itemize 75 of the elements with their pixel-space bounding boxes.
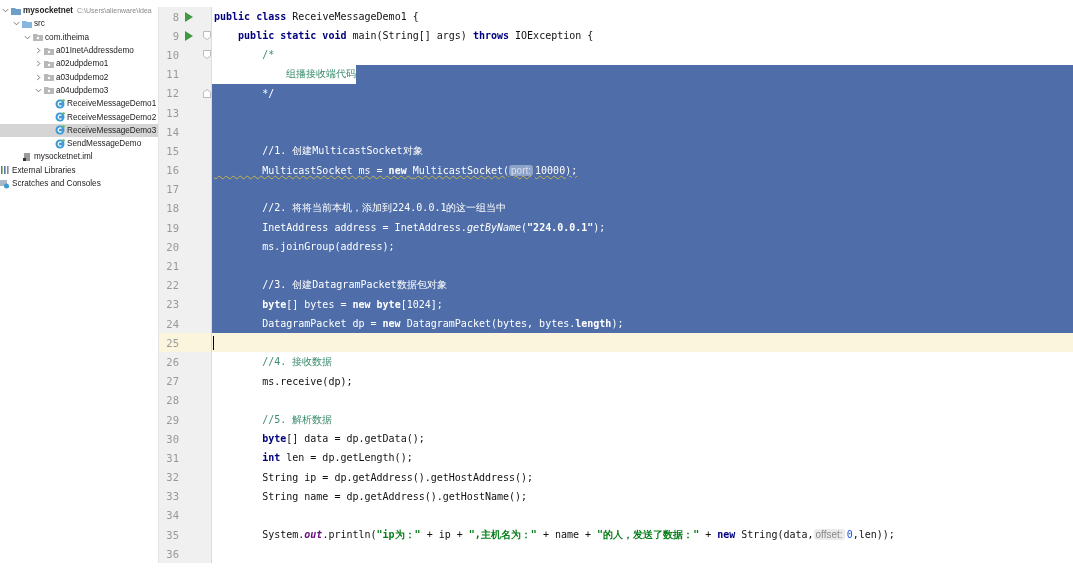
code-line: int len = dp.getLength();: [261, 451, 414, 466]
line-number: 8: [158, 7, 212, 27]
line-number: 24: [158, 314, 212, 334]
code-line: ms.receive(dp);: [261, 374, 354, 389]
line-number: 18: [158, 198, 212, 219]
run-icon[interactable]: [185, 30, 193, 41]
fold-icon[interactable]: [203, 50, 211, 60]
line-number: 35: [158, 525, 212, 545]
class-icon: [55, 125, 65, 136]
code-line: //5. 解析数据: [261, 412, 334, 427]
code-line: String name = dp.getAddress().getHostName();: [261, 489, 529, 504]
line-number: 20: [158, 237, 212, 257]
code-line: //4. 接收数据: [261, 354, 334, 369]
tree-item[interactable]: a04udpdemo3: [0, 83, 158, 98]
file-icon: [22, 151, 32, 162]
class-icon: [55, 98, 65, 109]
package-icon: [44, 58, 54, 69]
code-line: System.out.println("ip为：" + ip + ",主机名为：" + name + "的人，发送了数据：" + new String(data, offset: 0,len));: [261, 527, 896, 543]
fold-icon[interactable]: [203, 31, 211, 41]
tree-item[interactable]: ReceiveMessageDemo3: [0, 123, 158, 137]
line-number: 36: [158, 544, 212, 564]
line-number: 19: [158, 218, 212, 238]
class-icon: [55, 138, 65, 149]
line-number: 23: [158, 294, 212, 314]
tree-item[interactable]: src: [0, 17, 158, 31]
tree-item[interactable]: a01InetAddressdemo: [0, 43, 158, 58]
line-number: 11: [158, 64, 212, 84]
text-cursor: [213, 335, 214, 350]
package-icon: [44, 45, 54, 56]
tree-item[interactable]: ReceiveMessageDemo2: [0, 110, 158, 124]
line-number: 12: [158, 83, 212, 103]
line-number: 9: [158, 26, 212, 46]
code-line: public class ReceiveMessageDemo1 {: [213, 10, 420, 25]
code-line: public static void main(String[] args) throws IOException {: [237, 29, 595, 44]
tree-item[interactable]: mysocketnet.iml: [0, 150, 158, 164]
library-icon: [0, 165, 10, 176]
fold-icon[interactable]: [203, 88, 211, 98]
package-icon: [33, 32, 43, 43]
line-number: 21: [158, 256, 212, 276]
folder-icon: [11, 5, 21, 16]
line-number: 30: [158, 429, 212, 449]
package-icon: [44, 85, 54, 96]
line-number: 13: [158, 102, 212, 123]
line-number: 26: [158, 352, 212, 372]
line-number: 28: [158, 390, 212, 410]
line-number: 16: [158, 160, 212, 180]
tree-item[interactable]: com.itheima: [0, 30, 158, 44]
line-number: 14: [158, 122, 212, 142]
code-line: String ip = dp.getAddress().getHostAddress();: [261, 470, 535, 485]
tree-item[interactable]: Scratches and Consoles: [0, 176, 158, 191]
line-number: 15: [158, 141, 212, 161]
code-line: byte[] data = dp.getData();: [261, 432, 426, 447]
line-number: 22: [158, 275, 212, 295]
run-icon[interactable]: [185, 11, 193, 22]
line-number: 17: [158, 179, 212, 199]
class-icon: [55, 112, 65, 122]
line-number: 34: [158, 505, 212, 526]
line-number: 33: [158, 486, 212, 506]
line-number: 31: [158, 448, 212, 468]
tree-item[interactable]: a03udpdemo2: [0, 70, 158, 84]
line-number: 27: [158, 371, 212, 391]
scratches-icon: [0, 178, 10, 189]
folder-icon: [22, 18, 32, 29]
line-number: 32: [158, 467, 212, 487]
chevron-down-icon[interactable]: [35, 86, 42, 94]
line-number: 10: [158, 45, 212, 65]
tree-item[interactable]: External Libraries: [0, 163, 158, 177]
tree-item[interactable]: ReceiveMessageDemo1: [0, 97, 158, 111]
code-line: 组播接收端代码: [285, 67, 357, 82]
line-number: 29: [158, 409, 212, 430]
package-icon: [44, 72, 54, 83]
tree-item[interactable]: SendMessageDemo: [0, 136, 158, 151]
code-line: /*: [261, 48, 276, 63]
line-number: 25: [158, 333, 212, 353]
tree-item[interactable]: a02udpdemo1: [0, 57, 158, 71]
